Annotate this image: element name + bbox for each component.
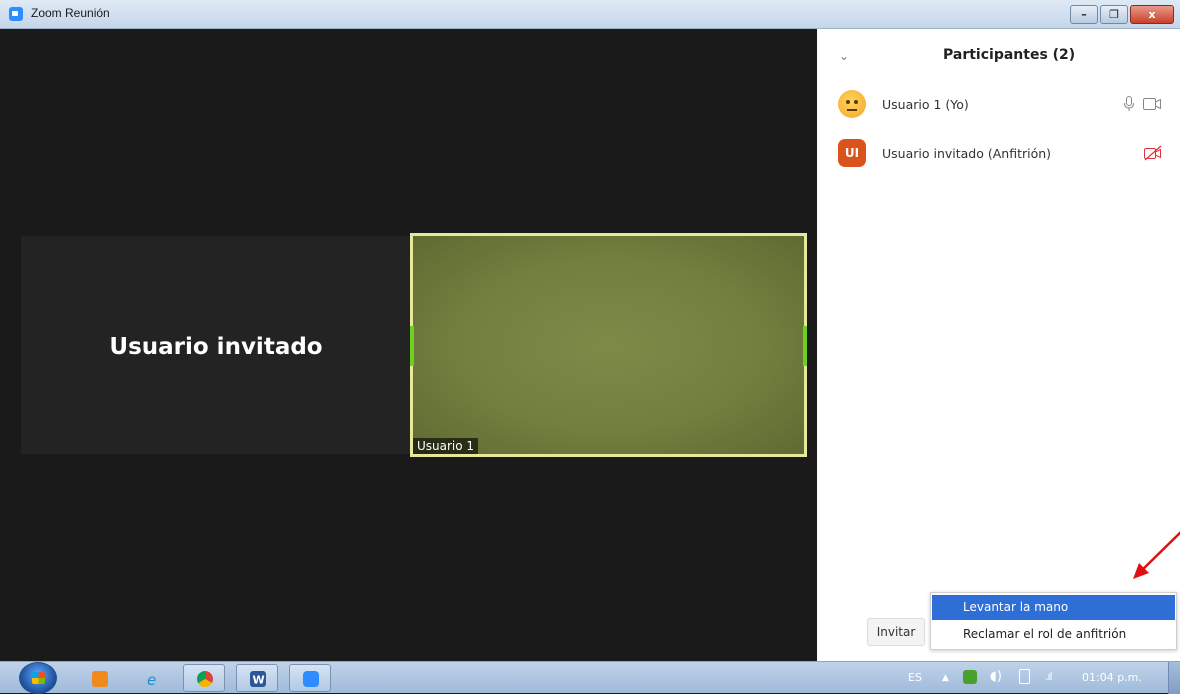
mic-icon[interactable] [1123,96,1135,112]
zoom-icon [303,671,319,687]
video-tile-guest[interactable]: Usuario invitado [21,236,411,454]
taskbar-zoom[interactable] [289,664,331,692]
window-title: Zoom Reunión [31,6,110,20]
chevron-down-icon[interactable]: ⌄ [839,49,849,63]
maximize-button[interactable]: ❐ [1100,5,1128,24]
active-speaker-marker [410,326,414,366]
video-tile-guest-name: Usuario invitado [109,334,323,360]
start-button[interactable] [19,662,57,694]
participant-name: Usuario invitado (Anfitrión) [882,146,1052,161]
media-player-icon [92,671,108,687]
avatar: UI [838,139,866,167]
camera-icon[interactable] [1143,98,1161,110]
participants-title: Participantes (2) [943,47,1076,63]
participant-row[interactable]: Usuario 1 (Yo) [817,90,1180,130]
active-speaker-marker [803,326,807,366]
video-gallery: Usuario invitado Usuario 1 [7,29,817,661]
window-titlebar: Zoom Reunión – ❐ x [0,0,1180,29]
annotation-arrow-icon [1133,531,1180,579]
taskbar-internet-explorer[interactable]: e [131,664,173,692]
chrome-icon [197,671,213,687]
security-shield-icon[interactable] [963,670,977,684]
participant-name: Usuario 1 (Yo) [882,97,969,112]
volume-icon[interactable]: ◖) [990,669,1002,684]
system-clock[interactable]: 01:04 p.m. [1082,671,1142,684]
taskbar-chrome[interactable] [183,664,225,692]
participant-row[interactable]: UI Usuario invitado (Anfitrión) [817,139,1180,179]
chevron-up-icon[interactable]: ▲ [942,673,949,683]
participants-panel: ⌄ Participantes (2) Usuario 1 (Yo) UI Us… [817,29,1180,661]
taskbar-media-player[interactable] [78,664,120,692]
video-tile-self[interactable]: Usuario 1 [410,233,807,457]
close-button[interactable]: x [1130,5,1174,24]
windows-logo-icon [32,672,45,684]
network-signal-icon[interactable]: .ıl [1045,670,1053,683]
show-desktop-button[interactable] [1168,662,1180,694]
zoom-app-icon [9,7,23,21]
svg-text:e: e [147,671,156,687]
more-options-menu: Levantar la mano Reclamar el rol de anfi… [930,592,1177,650]
minimize-button[interactable]: – [1070,5,1098,24]
thinking-emoji-avatar [838,90,866,118]
taskbar-word[interactable]: W [236,664,278,692]
battery-icon[interactable] [1019,669,1030,684]
camera-off-icon[interactable] [1143,145,1163,161]
word-icon: W [250,671,266,687]
invite-button[interactable]: Invitar [867,618,925,646]
close-icon: x [1148,8,1156,21]
language-indicator[interactable]: ES [908,671,922,684]
menu-item-claim-host[interactable]: Reclamar el rol de anfitrión [932,622,1175,647]
video-tile-self-label: Usuario 1 [413,438,479,454]
svg-text:W: W [253,674,265,687]
minimize-icon: – [1081,8,1087,21]
internet-explorer-icon: e [145,671,161,689]
maximize-icon: ❐ [1109,8,1119,21]
windows-taskbar: e W ES ▲ ◖) .ıl 01:04 p.m. [0,661,1180,694]
menu-item-raise-hand[interactable]: Levantar la mano [932,595,1175,620]
